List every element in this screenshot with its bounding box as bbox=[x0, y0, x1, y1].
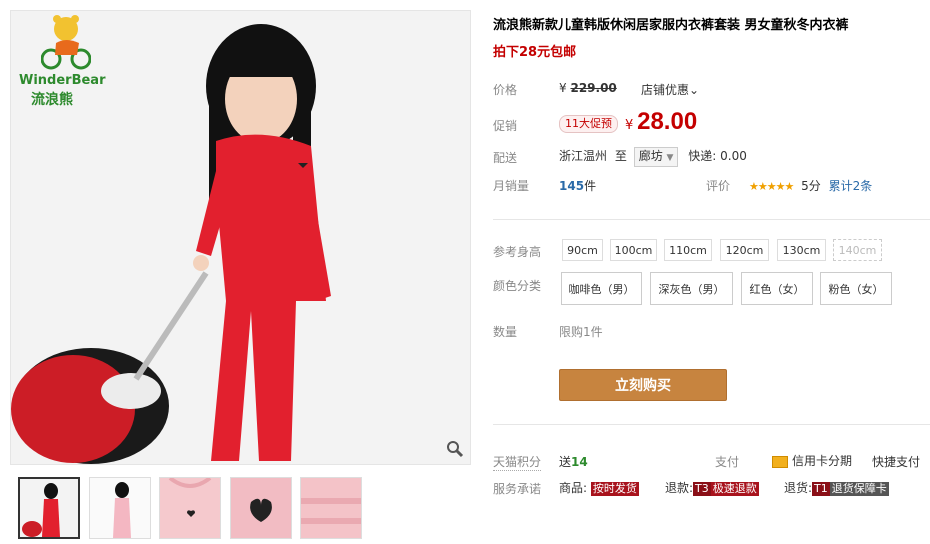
product-subtitle: 拍下28元包邮 bbox=[493, 45, 577, 60]
service-refund: 退款: T3 极速退款 bbox=[665, 479, 759, 496]
credit-installment[interactable]: 信用卡分期 bbox=[772, 452, 852, 469]
service-goods: 商品: 按时发货 bbox=[559, 479, 639, 496]
shipping-from: 浙江温州 bbox=[559, 149, 608, 163]
reviews-link[interactable]: 累计2条 bbox=[829, 179, 873, 193]
size-option-120[interactable]: 120cm bbox=[720, 239, 769, 261]
size-option-90[interactable]: 90cm bbox=[562, 239, 603, 261]
divider bbox=[493, 219, 930, 220]
rating-wrap: ★★★★★ 5分 累计2条 bbox=[749, 177, 872, 194]
main-product-image[interactable]: WinderBear 流浪熊 bbox=[10, 10, 471, 465]
pay-label: 支付 bbox=[715, 455, 740, 469]
shop-discount-dropdown[interactable]: 店铺优惠⌄ bbox=[641, 81, 699, 98]
service-refund-code: T3 bbox=[693, 482, 711, 496]
shop-discount-label: 店铺优惠 bbox=[641, 83, 690, 97]
service-return-tag[interactable]: 退货保障卡 bbox=[829, 482, 889, 496]
product-title: 流浪熊新款儿童韩版休闲居家服内衣裤套装 男女童秋冬内衣裤 bbox=[493, 18, 849, 33]
service-refund-tag[interactable]: 极速退款 bbox=[710, 482, 759, 496]
thumbnail-3[interactable] bbox=[159, 477, 221, 539]
quantity-label: 数量 bbox=[493, 325, 518, 339]
points-label[interactable]: 天猫积分 bbox=[493, 453, 542, 471]
service-goods-label: 商品: bbox=[559, 481, 588, 495]
promo-badge: 11大促预 bbox=[559, 115, 618, 133]
color-label: 颜色分类 bbox=[493, 279, 542, 293]
credit-installment-label: 信用卡分期 bbox=[792, 454, 853, 468]
destination-select[interactable]: 廊坊 ▼ bbox=[633, 147, 679, 167]
sales-label: 月销量 bbox=[493, 179, 530, 193]
divider bbox=[493, 424, 930, 425]
size-option-100[interactable]: 100cm bbox=[610, 239, 657, 261]
points-prefix: 送 bbox=[559, 455, 572, 469]
color-option-coffee[interactable]: 咖啡色（男） bbox=[561, 272, 642, 305]
color-option-pink[interactable]: 粉色（女） bbox=[820, 272, 892, 305]
size-option-130[interactable]: 130cm bbox=[777, 239, 826, 261]
rating-label: 评价 bbox=[706, 179, 731, 193]
size-option-140[interactable]: 140cm bbox=[833, 239, 882, 261]
sales-count-wrap: 145件 bbox=[559, 177, 596, 194]
thumbnail-2[interactable] bbox=[89, 477, 151, 539]
service-return-label: 退货: bbox=[784, 481, 813, 495]
credit-card-icon bbox=[772, 455, 788, 468]
promo-price: ¥ 28.00 bbox=[625, 108, 697, 136]
size-label: 参考身高 bbox=[493, 245, 542, 259]
thumbnail-4[interactable] bbox=[230, 477, 292, 539]
service-label: 服务承诺 bbox=[493, 482, 542, 496]
original-price: ¥ 229.00 bbox=[559, 81, 617, 95]
rating-score: 5分 bbox=[801, 179, 821, 193]
color-option-red[interactable]: 红色（女） bbox=[741, 272, 813, 305]
shipping-label: 配送 bbox=[493, 151, 518, 165]
destination-value: 廊坊 bbox=[638, 149, 663, 163]
original-price-value: 229.00 bbox=[570, 81, 617, 95]
express-fee: 快递: 0.00 bbox=[688, 149, 747, 163]
thumbnail-5[interactable] bbox=[300, 477, 362, 539]
caret-down-icon: ▼ bbox=[666, 153, 674, 163]
buy-now-button[interactable]: 立刻购买 bbox=[559, 369, 727, 401]
zoom-icon[interactable] bbox=[446, 440, 464, 458]
service-refund-label: 退款: bbox=[665, 481, 694, 495]
service-return-code: T1 bbox=[812, 482, 830, 496]
brand-logo-text: WinderBear bbox=[19, 73, 106, 88]
thumbnail-1[interactable] bbox=[18, 477, 80, 539]
shipping-row: 浙江温州 至 廊坊 ▼ 快递: 0.00 bbox=[559, 147, 747, 167]
brand-logo: WinderBear 流浪熊 bbox=[19, 11, 109, 111]
promo-label: 促销 bbox=[493, 119, 518, 133]
promo-price-value: 28.00 bbox=[637, 108, 698, 135]
shipping-to-word: 至 bbox=[614, 149, 627, 163]
sales-count: 145 bbox=[559, 179, 585, 193]
bear-logo-icon bbox=[41, 15, 91, 70]
color-option-darkgray[interactable]: 深灰色（男） bbox=[650, 272, 733, 305]
price-label: 价格 bbox=[493, 83, 518, 97]
service-goods-tag[interactable]: 按时发货 bbox=[590, 482, 639, 496]
points-value: 14 bbox=[571, 455, 588, 469]
rating-stars: ★★★★★ bbox=[749, 180, 794, 193]
service-return: 退货: T1 退货保障卡 bbox=[784, 479, 889, 496]
promo-currency: ¥ bbox=[625, 118, 634, 133]
promo-badge-wrap: 11大促预 bbox=[559, 115, 618, 133]
quick-pay[interactable]: 快捷支付 bbox=[872, 453, 920, 470]
chevron-down-icon: ⌄ bbox=[689, 83, 700, 97]
brand-logo-cn: 流浪熊 bbox=[31, 92, 73, 108]
sales-unit: 件 bbox=[584, 179, 597, 193]
quantity-limit: 限购1件 bbox=[559, 325, 603, 339]
points-value-wrap: 送14 bbox=[559, 453, 588, 470]
size-option-110[interactable]: 110cm bbox=[664, 239, 712, 261]
currency-symbol: ¥ bbox=[559, 81, 567, 95]
